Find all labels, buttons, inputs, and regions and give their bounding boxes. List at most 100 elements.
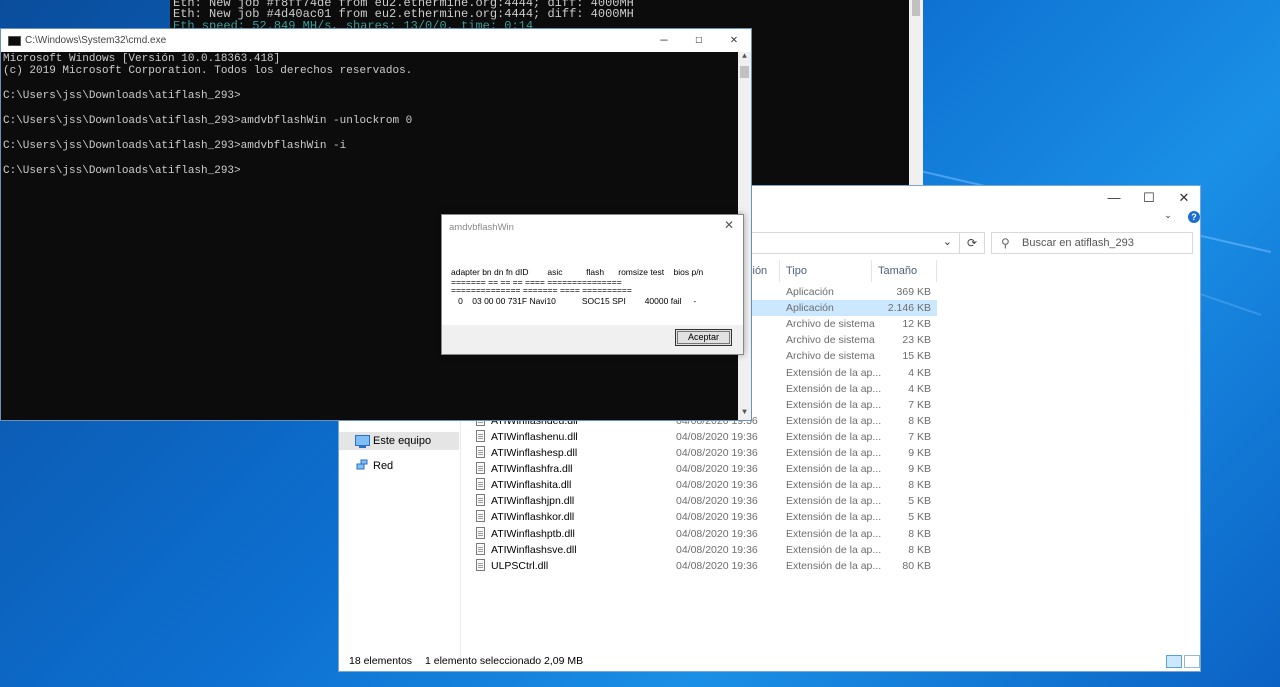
file-size: 12 KB <box>902 318 931 331</box>
cmd-output-line: C:\Users\jss\Downloads\atiflash_293> <box>3 164 241 177</box>
explorer-minimize-button[interactable]: — <box>1096 186 1132 212</box>
file-row[interactable]: ATIWinflashfra.dll 04/08/2020 19:36 Extens… <box>470 461 937 477</box>
item-count: 18 elementos <box>349 655 413 667</box>
search-box[interactable]: ⚲ Buscar en atiflash_293 <box>991 232 1193 254</box>
file-row[interactable]: ATIWinflashkor.dll 04/08/2020 19:36 Extens… <box>470 509 937 525</box>
scroll-up-arrow-icon[interactable]: ▲ <box>738 52 751 64</box>
file-icon <box>476 558 485 571</box>
file-name: ATIWinflashjpn.dll <box>491 495 575 508</box>
file-size: 369 KB <box>896 286 931 298</box>
file-row[interactable]: ATIWinflashjpn.dll 04/08/2020 19:36 Extens… <box>470 493 937 509</box>
file-icon <box>476 478 485 491</box>
file-type: Extensión de la ap... <box>786 382 882 395</box>
file-icon <box>476 462 485 475</box>
file-type: Extensión de la ap... <box>786 479 882 492</box>
accept-button[interactable]: Aceptar <box>675 329 732 346</box>
address-bar[interactable]: ⌄ ⟳ <box>747 232 985 254</box>
file-date: 04/08/2020 19:36 <box>676 430 758 443</box>
file-size: 4 KB <box>908 366 931 379</box>
cmd-output-line <box>3 127 738 139</box>
file-name: ATIWinflashenu.dll <box>491 430 578 443</box>
cmd-minimize-button[interactable]: — <box>646 29 682 52</box>
file-date: 04/08/2020 19:36 <box>676 495 758 508</box>
file-name: ATIWinflashsve.dll <box>491 543 577 556</box>
file-date: 04/08/2020 19:36 <box>676 479 758 492</box>
large-icons-view-button[interactable] <box>1184 655 1200 668</box>
file-row[interactable]: ATIWinflashesp.dll 04/08/2020 19:36 Extens… <box>470 445 937 461</box>
file-icon <box>476 494 485 507</box>
cmd-close-button[interactable]: ✕ <box>716 29 752 52</box>
cmd-output-line <box>3 103 738 115</box>
scroll-down-arrow-icon[interactable]: ▼ <box>738 408 751 420</box>
file-row[interactable]: ATIWinflashita.dll 04/08/2020 19:36 Extens… <box>470 477 937 493</box>
file-size: 7 KB <box>908 398 931 411</box>
file-type: Aplicación <box>786 302 834 315</box>
network-icon <box>356 459 368 470</box>
file-size: 5 KB <box>908 511 931 524</box>
cmd-maximize-button[interactable]: ☐ <box>681 29 717 52</box>
miner-scrollbar[interactable] <box>909 0 923 190</box>
cmd-output-line: C:\Users\jss\Downloads\atiflash_293>amdv… <box>3 139 347 152</box>
cmd-output-line <box>3 152 738 164</box>
column-divider[interactable] <box>779 260 780 282</box>
nav-item-red[interactable]: Red <box>339 457 459 475</box>
amdvbflash-dialog[interactable]: amdvbflashWin ✕ adapter bn dn fn dID asi… <box>441 214 744 355</box>
file-date: 04/08/2020 19:36 <box>676 527 758 540</box>
file-row[interactable]: ATIWinflashsve.dll 04/08/2020 19:36 Extens… <box>470 542 937 558</box>
file-type: Extensión de la ap... <box>786 495 882 508</box>
help-icon[interactable]: ? <box>1188 211 1200 223</box>
cmd-app-icon <box>8 36 21 46</box>
file-size: 9 KB <box>908 463 931 476</box>
nav-item-este-equipo[interactable]: Este equipo <box>339 432 459 450</box>
file-type: Extensión de la ap... <box>786 559 882 572</box>
ribbon-expand-chevron-icon[interactable]: ⌄ <box>1160 208 1176 222</box>
dialog-titlebar[interactable]: amdvbflashWin ✕ <box>442 215 743 239</box>
dialog-body: adapter bn dn fn dID asic flash romsize … <box>442 239 743 325</box>
file-row[interactable]: ATIWinflashenu.dll 04/08/2020 19:36 Extens… <box>470 429 937 445</box>
file-size: 80 KB <box>902 559 931 572</box>
miner-scrollbar-thumb[interactable] <box>912 0 920 16</box>
cmd-output[interactable]: Microsoft Windows [Versión 10.0.18363.41… <box>3 53 738 177</box>
column-header-type[interactable]: Tipo <box>786 265 807 277</box>
cmd-titlebar[interactable]: C:\Windows\System32\cmd.exe — ☐ ✕ <box>1 29 751 52</box>
file-type: Archivo de sistema <box>786 350 875 363</box>
status-bar: 18 elementos 1 elemento seleccionado 2,0… <box>349 655 593 667</box>
refresh-icon[interactable]: ⟳ <box>959 233 984 253</box>
column-divider[interactable] <box>936 260 937 282</box>
file-type: Extensión de la ap... <box>786 543 882 556</box>
details-view-button[interactable] <box>1166 655 1182 668</box>
dialog-title: amdvbflashWin <box>449 222 514 233</box>
file-icon <box>476 446 485 458</box>
dialog-close-icon[interactable]: ✕ <box>719 218 739 236</box>
file-type: Archivo de sistema <box>786 334 875 347</box>
file-row[interactable]: ATIWinflashptb.dll 04/08/2020 19:36 Extens… <box>470 526 937 542</box>
file-size: 8 KB <box>908 543 931 556</box>
file-type: Aplicación <box>786 286 834 298</box>
adapter-table-separator: ============== ======= ==== ========== <box>451 285 632 295</box>
file-type: Extensión de la ap... <box>786 430 882 443</box>
file-date: 04/08/2020 19:36 <box>676 447 758 459</box>
column-header-size[interactable]: Tamaño <box>878 265 917 277</box>
file-size: 9 KB <box>908 447 931 459</box>
file-type: Extensión de la ap... <box>786 398 882 411</box>
file-row[interactable]: ULPSCtrl.dll 04/08/2020 19:36 Extensión de… <box>470 558 937 574</box>
cmd-scrollbar-thumb[interactable] <box>740 66 749 78</box>
cmd-output-line <box>3 78 738 90</box>
cmd-output-line: Microsoft Windows [Versión 10.0.18363.41… <box>3 53 281 65</box>
file-size: 4 KB <box>908 382 931 395</box>
search-icon: ⚲ <box>1001 236 1010 250</box>
search-placeholder: Buscar en atiflash_293 <box>1022 237 1134 249</box>
file-size: 7 KB <box>908 430 931 443</box>
file-type: Extensión de la ap... <box>786 511 882 524</box>
address-dropdown-chevron-icon[interactable]: ⌄ <box>943 235 952 248</box>
column-divider[interactable] <box>871 260 872 282</box>
file-name: ULPSCtrl.dll <box>491 559 549 572</box>
file-size: 8 KB <box>908 414 931 427</box>
selection-info: 1 elemento seleccionado 2,09 MB <box>424 655 584 667</box>
file-icon <box>476 542 485 555</box>
cmd-output-line: C:\Users\jss\Downloads\atiflash_293>amdv… <box>3 114 413 127</box>
adapter-table-header: adapter bn dn fn dID asic flash romsize … <box>451 267 704 277</box>
file-name: ATIWinflashfra.dll <box>491 463 573 476</box>
file-name: ATIWinflashptb.dll <box>491 527 575 540</box>
file-size: 8 KB <box>908 527 931 540</box>
